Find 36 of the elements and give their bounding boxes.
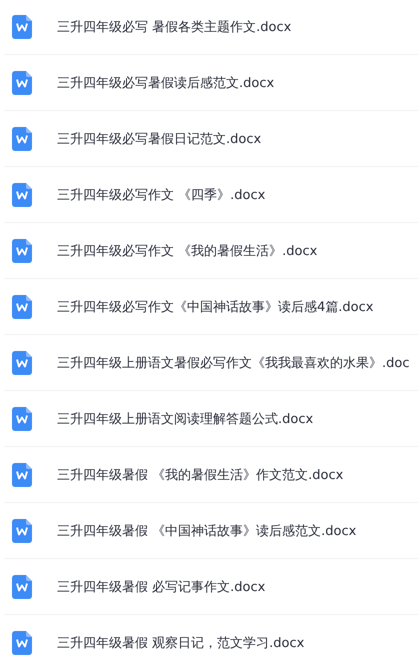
file-row[interactable]: 三升四年级暑假 必写记事作文.docx xyxy=(4,559,418,615)
file-row[interactable]: 三升四年级必写暑假读后感范文.docx xyxy=(4,55,418,111)
word-document-icon xyxy=(12,518,32,542)
file-name: 三升四年级必写作文《中国神话故事》读后感4篇.docx xyxy=(57,298,374,316)
word-document-icon xyxy=(12,574,32,598)
file-row[interactable]: 三升四年级必写作文 《四季》.docx xyxy=(4,167,418,223)
file-name: 三升四年级暑假 必写记事作文.docx xyxy=(57,578,266,596)
word-document-icon xyxy=(12,14,32,38)
word-document-icon xyxy=(12,406,32,430)
file-name: 三升四年级必写作文 《我的暑假生活》.docx xyxy=(57,242,318,260)
file-row[interactable]: 三升四年级必写 暑假各类主题作文.docx xyxy=(4,0,418,55)
file-name: 三升四年级必写 暑假各类主题作文.docx xyxy=(57,18,292,36)
word-document-icon xyxy=(12,630,32,654)
file-name: 三升四年级暑假 《我的暑假生活》作文范文.docx xyxy=(57,466,344,484)
file-name: 三升四年级必写作文 《四季》.docx xyxy=(57,186,266,204)
file-name: 三升四年级上册语文阅读理解答题公式.docx xyxy=(57,410,314,428)
file-row[interactable]: 三升四年级必写作文《中国神话故事》读后感4篇.docx xyxy=(4,279,418,335)
file-row[interactable]: 三升四年级上册语文暑假必写作文《我我最喜欢的水果》.doc xyxy=(4,335,418,391)
word-document-icon xyxy=(12,294,32,318)
file-row[interactable]: 三升四年级暑假 观察日记，范文学习.docx xyxy=(4,615,418,662)
file-row[interactable]: 三升四年级上册语文阅读理解答题公式.docx xyxy=(4,391,418,447)
file-name: 三升四年级暑假 观察日记，范文学习.docx xyxy=(57,634,304,652)
file-row[interactable]: 三升四年级暑假 《中国神话故事》读后感范文.docx xyxy=(4,503,418,559)
word-document-icon xyxy=(12,70,32,94)
file-name: 三升四年级上册语文暑假必写作文《我我最喜欢的水果》.doc xyxy=(57,354,410,372)
file-name: 三升四年级必写暑假读后感范文.docx xyxy=(57,74,274,92)
file-name: 三升四年级必写暑假日记范文.docx xyxy=(57,130,262,148)
file-row[interactable]: 三升四年级必写暑假日记范文.docx xyxy=(4,111,418,167)
file-row[interactable]: 三升四年级必写作文 《我的暑假生活》.docx xyxy=(4,223,418,279)
word-document-icon xyxy=(12,462,32,486)
word-document-icon xyxy=(12,238,32,262)
word-document-icon xyxy=(12,182,32,206)
word-document-icon xyxy=(12,126,32,150)
file-name: 三升四年级暑假 《中国神话故事》读后感范文.docx xyxy=(57,522,356,540)
file-row[interactable]: 三升四年级暑假 《我的暑假生活》作文范文.docx xyxy=(4,447,418,503)
word-document-icon xyxy=(12,350,32,374)
